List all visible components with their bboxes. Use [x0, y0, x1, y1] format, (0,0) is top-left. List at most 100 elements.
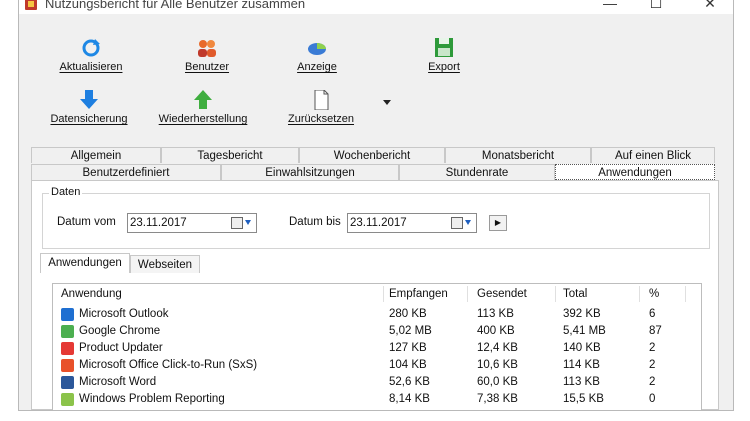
tab-hourly-rate[interactable]: Stundenrate [399, 164, 555, 180]
app-row-icon [61, 359, 74, 372]
column-application[interactable]: Anwendung [61, 288, 122, 300]
cell-percent: 2 [649, 376, 656, 388]
cell-application: Microsoft Office Click-to-Run (SxS) [79, 359, 258, 371]
report-window: Nutzungsbericht für Alle Benutzer zusamm… [18, 0, 734, 411]
app-row-icon [61, 308, 74, 321]
cell-sent: 400 KB [477, 325, 515, 337]
cell-application: Google Chrome [79, 325, 161, 337]
tab-applications[interactable]: Anwendungen [555, 164, 715, 180]
backup-button[interactable]: Datensicherung [41, 90, 137, 125]
users-icon [196, 38, 218, 58]
users-button[interactable]: Benutzer [177, 38, 237, 73]
cell-percent: 0 [649, 393, 656, 405]
refresh-button[interactable]: Aktualisieren [51, 38, 131, 73]
date-to-value: 23.11.2017 [350, 217, 407, 229]
date-from-value: 23.11.2017 [130, 217, 187, 229]
cell-received: 280 KB [389, 308, 427, 320]
tab-dialup-sessions[interactable]: Einwahlsitzungen [221, 164, 399, 180]
display-button[interactable]: Anzeige [287, 38, 347, 73]
cell-percent: 87 [649, 325, 662, 337]
display-label: Anzeige [297, 61, 337, 73]
title-bar: Nutzungsbericht für Alle Benutzer zusamm… [19, 0, 733, 14]
cell-total: 140 KB [563, 342, 601, 354]
cell-received: 52,6 KB [389, 376, 430, 388]
date-to-label: Datum bis [289, 216, 341, 228]
export-button[interactable]: Export [419, 38, 469, 73]
cell-received: 8,14 KB [389, 393, 430, 405]
cell-total: 15,5 KB [563, 393, 604, 405]
cell-total: 392 KB [563, 308, 601, 320]
restore-button[interactable]: Wiederherstellung [151, 90, 255, 125]
tab-monthly-report[interactable]: Monatsbericht [445, 147, 591, 163]
restore-label: Wiederherstellung [158, 113, 248, 125]
backup-label: Datensicherung [50, 113, 128, 125]
users-label: Benutzer [184, 61, 230, 73]
tab-weekly-report[interactable]: Wochenbericht [299, 147, 445, 163]
cell-percent: 6 [649, 308, 656, 320]
date-from-label: Datum vom [57, 216, 116, 228]
arrow-down-icon [78, 90, 100, 110]
table-row[interactable]: Product Updater 127 KB 12,4 KB 140 KB 2 [53, 340, 701, 357]
column-percent[interactable]: % [649, 288, 659, 300]
tab-custom[interactable]: Benutzerdefiniert [31, 164, 221, 180]
column-total[interactable]: Total [563, 288, 587, 300]
cell-total: 114 KB [563, 359, 600, 371]
column-sent[interactable]: Gesendet [477, 288, 527, 300]
table-row[interactable]: Microsoft Outlook 280 KB 113 KB 392 KB 6 [53, 306, 701, 323]
tab-row-1: Allgemein Tagesbericht Wochenbericht Mon… [31, 147, 715, 163]
cell-sent: 10,6 KB [477, 359, 518, 371]
column-received[interactable]: Empfangen [389, 288, 448, 300]
refresh-label: Aktualisieren [59, 61, 123, 73]
app-row-icon [61, 376, 74, 389]
save-icon [433, 38, 455, 58]
applications-table: Anwendung Empfangen Gesendet Total % Mic… [52, 283, 702, 410]
table-row[interactable]: Microsoft Office Click-to-Run (SxS) 104 K… [53, 357, 701, 374]
cell-received: 127 KB [389, 342, 427, 354]
cell-received: 5,02 MB [389, 325, 432, 337]
subtab-websites[interactable]: Webseiten [130, 255, 200, 273]
export-label: Export [428, 61, 460, 73]
app-icon [25, 0, 37, 10]
cell-sent: 7,38 KB [477, 393, 518, 405]
date-to-picker[interactable]: 23.11.2017 [347, 213, 477, 233]
cell-application: Microsoft Word [79, 376, 157, 388]
cell-sent: 113 KB [477, 308, 514, 320]
apply-date-button[interactable]: ▶ [489, 215, 507, 231]
refresh-icon [80, 38, 102, 58]
cell-total: 5,41 MB [563, 325, 606, 337]
app-row-icon [61, 393, 74, 406]
table-header: Anwendung Empfangen Gesendet Total % [53, 284, 701, 304]
maximize-button[interactable]: ☐ [641, 0, 671, 11]
cell-percent: 2 [649, 359, 656, 371]
tab-row-2: Benutzerdefiniert Einwahlsitzungen Stund… [31, 164, 715, 180]
cell-application: Windows Problem Reporting [79, 393, 225, 405]
app-row-icon [61, 325, 74, 338]
reset-label: Zurücksetzen [287, 113, 355, 125]
cell-percent: 2 [649, 342, 656, 354]
table-row[interactable]: Microsoft Word 52,6 KB 60,0 KB 113 KB 2 [53, 374, 701, 391]
pie-chart-icon [306, 38, 328, 58]
applications-panel: Daten Datum vom 23.11.2017 Datum bis 23.… [31, 180, 719, 410]
date-group-label: Daten [49, 186, 83, 198]
cell-total: 113 KB [563, 376, 600, 388]
calendar-dropdown-icon[interactable] [450, 216, 472, 230]
tab-daily-report[interactable]: Tagesbericht [161, 147, 299, 163]
cell-application: Product Updater [79, 342, 163, 354]
toolbar-more-caret-icon[interactable] [383, 100, 391, 105]
arrow-up-icon [192, 90, 214, 110]
close-button[interactable]: ✕ [695, 0, 725, 11]
tab-general[interactable]: Allgemein [31, 147, 161, 163]
table-row[interactable]: Windows Problem Reporting 8,14 KB 7,38 KB 1… [53, 391, 701, 408]
cell-application: Microsoft Outlook [79, 308, 169, 320]
app-row-icon [61, 342, 74, 355]
reset-button[interactable]: Zurücksetzen [283, 89, 359, 125]
blank-page-icon [310, 89, 332, 111]
tab-at-a-glance[interactable]: Auf einen Blick [591, 147, 715, 163]
table-row[interactable]: Google Chrome 5,02 MB 400 KB 5,41 MB 87 [53, 323, 701, 340]
calendar-dropdown-icon[interactable] [230, 216, 252, 230]
subtab-applications[interactable]: Anwendungen [40, 253, 130, 273]
minimize-button[interactable]: — [595, 0, 625, 11]
date-from-picker[interactable]: 23.11.2017 [127, 213, 257, 233]
window-title: Nutzungsbericht für Alle Benutzer zusamm… [45, 0, 306, 11]
cell-sent: 12,4 KB [477, 342, 518, 354]
